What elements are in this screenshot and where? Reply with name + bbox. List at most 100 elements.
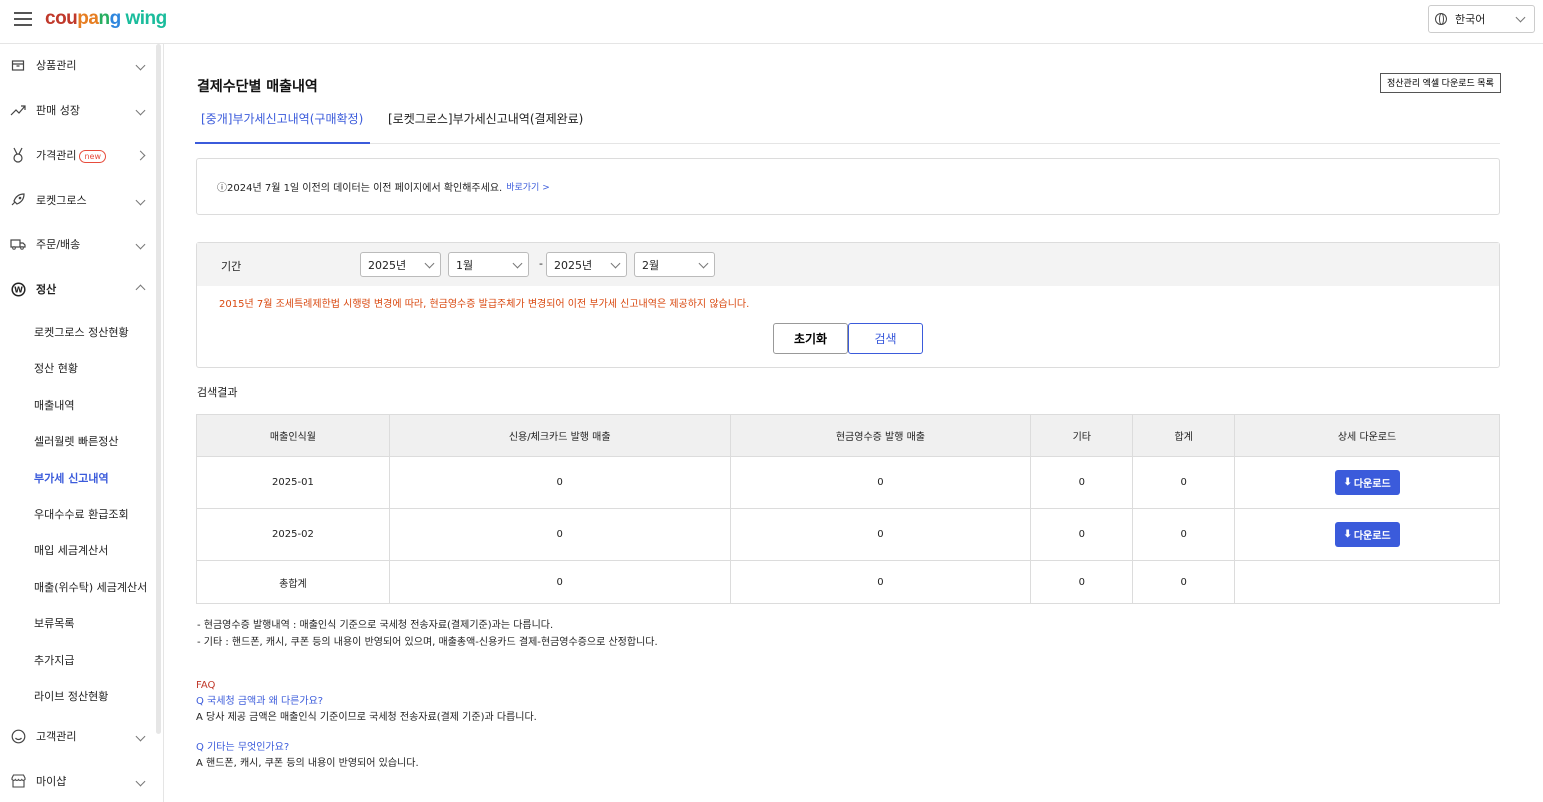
sidebar-item-price[interactable]: 가격관리 new xyxy=(0,144,156,166)
chevron-down-icon xyxy=(424,258,435,268)
cell-card: 0 xyxy=(388,508,731,561)
chevron-down-icon xyxy=(698,258,709,268)
sidebar-item-order[interactable]: 주문/배송 xyxy=(0,233,156,255)
excel-download-list-button[interactable]: 정산관리 엑셀 다운로드 목록 xyxy=(1380,73,1501,93)
cell-download: ⬇ 다운로드 xyxy=(1234,456,1500,509)
sidebar-item-label: 가격관리 new xyxy=(36,147,137,163)
truck-icon xyxy=(10,236,26,252)
coupang-wing-logo[interactable]: coupang wing xyxy=(45,8,167,30)
download-icon: ⬇ xyxy=(1343,477,1352,488)
cell-cash: 0 xyxy=(729,560,1032,604)
rocket-icon xyxy=(10,192,26,208)
go-to-link[interactable]: 바로가기 > xyxy=(506,180,550,193)
sidebar-item-label: 정산 xyxy=(36,283,57,296)
sidebar-sub-item[interactable]: 추가지급 xyxy=(34,652,74,668)
cell-cash: 0 xyxy=(729,456,1032,509)
sidebar-item-customer[interactable]: 고객관리 xyxy=(0,725,156,747)
chevron-down-icon xyxy=(135,731,146,741)
sidebar-sub-item[interactable]: 보류목록 xyxy=(34,615,74,631)
chevron-down-icon xyxy=(135,105,146,115)
sidebar-sub-item[interactable]: 정산 현황 xyxy=(34,360,78,376)
start-year-select[interactable]: 2025년 xyxy=(360,252,441,277)
results-label: 검색결과 xyxy=(197,386,238,399)
sidebar-scrollbar[interactable] xyxy=(156,44,161,734)
cell-month: 2025-02 xyxy=(196,508,390,561)
cell-download-empty xyxy=(1234,560,1500,604)
faq-question[interactable]: Q 국세청 금액과 왜 다른가요? xyxy=(196,694,537,710)
sidebar-sub-item[interactable]: 매입 세금계산서 xyxy=(34,542,108,558)
search-filter: 기간 2025년 1월 - 2025년 2월 2015년 7월 조세특례제한법 … xyxy=(196,242,1500,368)
hamburger-menu-icon[interactable] xyxy=(14,12,32,26)
period-label: 기간 xyxy=(221,260,242,273)
faq-title: FAQ xyxy=(196,680,216,691)
notes: - 현금영수증 발행내역 : 매출인식 기준으로 국세청 전송자료(결제기준)과… xyxy=(197,617,658,651)
download-button[interactable]: ⬇ 다운로드 xyxy=(1334,470,1400,495)
tab-rocket-growth-vat[interactable]: [로켓그로스]부가세신고내역(결제완료) xyxy=(388,110,583,127)
sidebar-sub-item[interactable]: 매출(위수탁) 세금계산서 xyxy=(34,579,147,595)
tab-bar: [중개]부가세신고내역(구매확정) [로켓그로스]부가세신고내역(결제완료) xyxy=(195,100,1500,144)
cell-etc: 0 xyxy=(1030,508,1134,561)
chevron-down-icon xyxy=(135,60,146,70)
download-icon: ⬇ xyxy=(1343,529,1352,540)
start-year-value: 2025년 xyxy=(368,258,407,272)
sidebar-sub-item[interactable]: 라이브 정산현황 xyxy=(34,688,108,704)
top-bar: coupang wing 한국어 xyxy=(0,0,1543,44)
sidebar-sub-item-active[interactable]: 부가세 신고내역 xyxy=(34,470,109,486)
sidebar-sub-item[interactable]: 셀러월렛 빠른정산 xyxy=(34,433,118,449)
sidebar-item-growth[interactable]: 판매 성장 xyxy=(0,99,156,121)
sidebar-item-label: 마이샵 xyxy=(36,775,67,788)
cell-cash: 0 xyxy=(729,508,1032,561)
chevron-right-icon xyxy=(135,150,146,160)
sidebar-sub-item[interactable]: 로켓그로스 정산현황 xyxy=(34,324,129,340)
period-filter-row: 기간 2025년 1월 - 2025년 2월 xyxy=(197,243,1499,286)
search-button[interactable]: 검색 xyxy=(848,323,923,354)
download-button[interactable]: ⬇ 다운로드 xyxy=(1334,522,1400,547)
svg-text:W: W xyxy=(14,285,23,294)
faq-answer: A 핸드폰, 캐시, 쿠폰 등의 내용이 반영되어 있습니다. xyxy=(196,758,419,769)
faq-answer: A 당사 제공 금액은 매출인식 기준이므로 국세청 전송자료(결제 기준)과 … xyxy=(196,712,537,723)
faq-question[interactable]: Q 기타는 무엇인가요? xyxy=(196,740,537,756)
sidebar: 상품관리 판매 성장 가격관리 new 로켓그로스 주문/배송 W 정산 로켓그로… xyxy=(0,44,164,802)
chevron-down-icon xyxy=(135,776,146,786)
faq-section: FAQ Q 국세청 금액과 왜 다른가요? A 당사 제공 금액은 매출인식 기… xyxy=(196,678,537,772)
end-year-select[interactable]: 2025년 xyxy=(546,252,627,277)
box-icon xyxy=(10,57,26,73)
table-row: 2025-01 0 0 0 0 ⬇ 다운로드 xyxy=(196,456,1500,509)
sidebar-item-label: 로켓그로스 xyxy=(36,194,87,207)
cell-card: 0 xyxy=(388,560,731,604)
sidebar-item-settlement[interactable]: W 정산 xyxy=(0,278,156,300)
table-total-row: 총합계 0 0 0 0 xyxy=(196,560,1500,604)
chevron-down-icon xyxy=(1515,12,1526,22)
cell-sum: 0 xyxy=(1132,456,1236,509)
sidebar-item-myshop[interactable]: 마이샵 xyxy=(0,770,156,792)
sidebar-item-label: 판매 성장 xyxy=(36,104,80,117)
smile-icon xyxy=(10,728,26,744)
info-text: ⓘ2024년 7월 1일 이전의 데이터는 이전 페이지에서 확인해주세요. xyxy=(217,183,503,194)
sidebar-item-rocket-growth[interactable]: 로켓그로스 xyxy=(0,189,156,211)
column-header: 매출인식월 xyxy=(196,414,390,457)
cell-download: ⬇ 다운로드 xyxy=(1234,508,1500,561)
sidebar-item-label: 고객관리 xyxy=(36,730,77,743)
download-label: 다운로드 xyxy=(1353,479,1391,490)
start-month-select[interactable]: 1월 xyxy=(448,252,529,277)
active-tab-indicator xyxy=(195,142,370,144)
cell-etc: 0 xyxy=(1030,456,1134,509)
cell-month: 총합계 xyxy=(196,560,390,604)
language-select[interactable]: 한국어 xyxy=(1428,5,1535,33)
end-month-select[interactable]: 2월 xyxy=(634,252,715,277)
tab-brokerage-vat[interactable]: [중개]부가세신고내역(구매확정) xyxy=(201,110,363,127)
reset-button[interactable]: 초기화 xyxy=(773,323,848,354)
page-title: 결제수단별 매출내역 xyxy=(197,79,318,95)
sidebar-sub-item[interactable]: 우대수수료 환급조회 xyxy=(34,506,129,522)
sidebar-item-product[interactable]: 상품관리 xyxy=(0,54,156,76)
table-header-row: 매출인식월 신용/체크카드 발행 매출 현금영수증 발행 매출 기타 합계 상세… xyxy=(196,414,1500,457)
sidebar-sub-item[interactable]: 매출내역 xyxy=(34,397,74,413)
chevron-down-icon xyxy=(135,239,146,249)
chevron-down-icon xyxy=(512,258,523,268)
chevron-down-icon xyxy=(135,195,146,205)
shop-icon xyxy=(10,773,26,789)
results-table: 매출인식월 신용/체크카드 발행 매출 현금영수증 발행 매출 기타 합계 상세… xyxy=(196,414,1500,604)
cell-sum: 0 xyxy=(1132,508,1236,561)
sidebar-item-label: 상품관리 xyxy=(36,59,77,72)
download-label: 다운로드 xyxy=(1353,531,1391,542)
